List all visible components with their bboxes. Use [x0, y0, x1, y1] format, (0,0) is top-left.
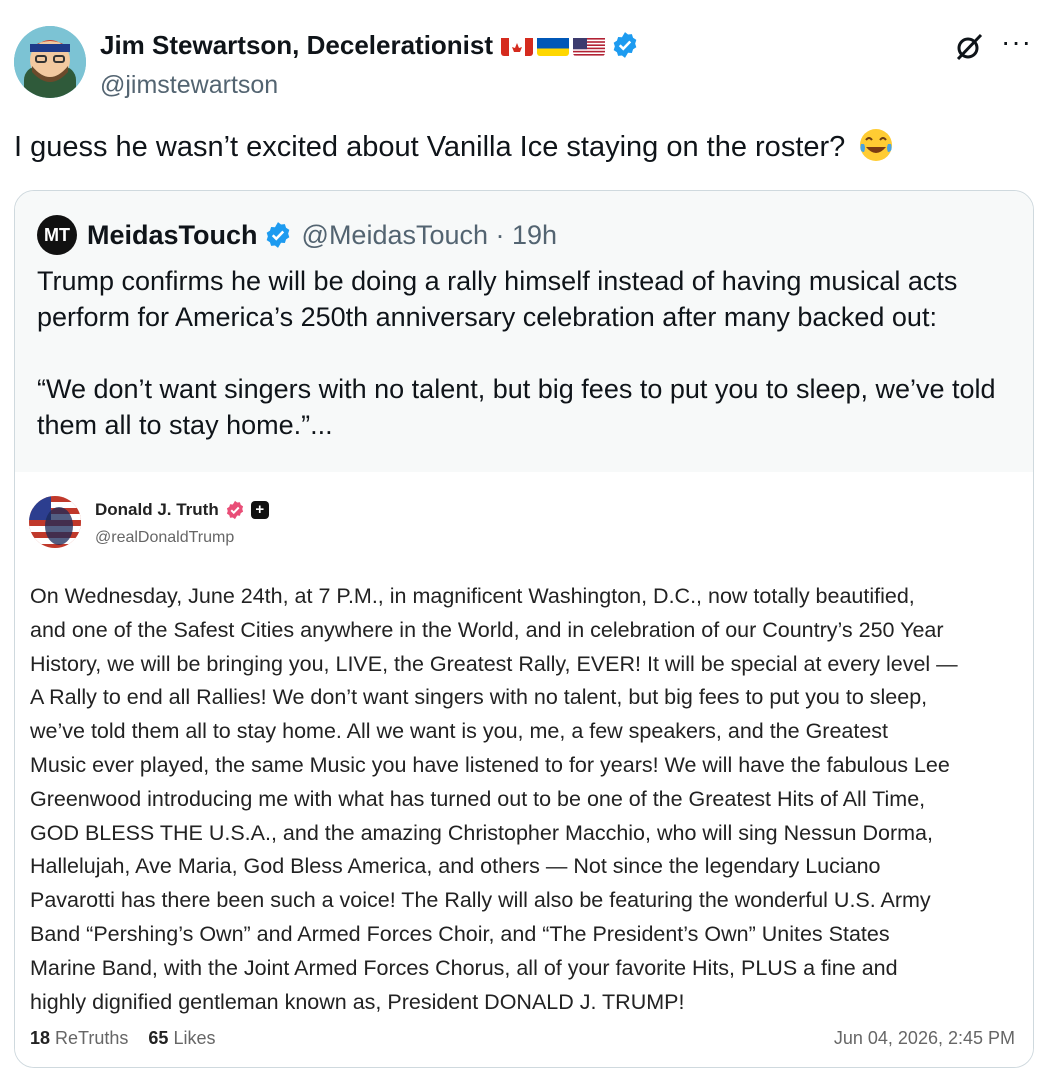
truth-author-handle: @realDonaldTrump — [95, 529, 235, 546]
quoted-paragraph: “We don’t want singers with no talent, b… — [37, 374, 996, 440]
likes-count: 65 — [148, 1028, 169, 1048]
truth-social-screenshot: Donald J. Truth + @realDonaldTrump On We… — [15, 472, 1033, 1067]
truth-text-line: Hallelujah, Ave Maria, God Bless America… — [30, 854, 881, 879]
quoted-tweet-author: MT MeidasTouch @MeidasTouch · 19h — [37, 215, 557, 255]
author-handle[interactable]: @jimstewartson — [100, 70, 639, 100]
truth-text-line: we’ve told them all to stay home. All we… — [30, 719, 889, 744]
truth-text-line: Band “Pershing’s Own” and Armed Forces C… — [30, 921, 890, 946]
quoted-tweet-text: Trump confirms he will be doing a rally … — [37, 263, 1012, 479]
usa-flag-icon — [573, 35, 606, 56]
author-avatar[interactable] — [14, 26, 86, 98]
author-names: Jim Stewartson, Decelerationist @jimstew… — [100, 30, 639, 100]
truth-author-avatar — [29, 496, 81, 548]
truth-text-line: highly dignified gentleman known as, Pre… — [30, 989, 685, 1014]
truth-post-stats: 18 ReTruths 65 Likes — [30, 1028, 216, 1049]
verified-badge-icon — [264, 221, 292, 249]
retruths-label: ReTruths — [55, 1028, 129, 1048]
quoted-tweet[interactable]: MT MeidasTouch @MeidasTouch · 19h Trump … — [14, 190, 1034, 1068]
likes-label: Likes — [173, 1028, 216, 1048]
truth-plus-icon: + — [250, 501, 269, 519]
laughing-tears-emoji-icon — [857, 126, 895, 164]
truth-text-line: A Rally to end all Rallies! We don’t wan… — [30, 685, 928, 710]
truth-post-timestamp: Jun 04, 2026, 2:45 PM — [833, 1028, 1015, 1048]
truth-text-line: Music ever played, the same Music you ha… — [30, 752, 950, 777]
author-display-name[interactable]: Jim Stewartson, Decelerationist — [100, 30, 639, 60]
truth-text-line: GOD BLESS THE U.S.A., and the amazing Ch… — [30, 820, 933, 845]
quoted-author-name[interactable]: MeidasTouch — [87, 220, 258, 251]
more-options-icon[interactable]: ··· — [1001, 28, 1032, 56]
truth-text-line: History, we will be bringing you, LIVE, … — [30, 651, 958, 676]
canada-flag-icon — [501, 35, 534, 56]
truth-text-line: Marine Band, with the Joint Armed Forces… — [30, 955, 898, 980]
quoted-author-handle-time[interactable]: @MeidasTouch · 19h — [302, 220, 558, 251]
tweet-header: Jim Stewartson, Decelerationist @jimstew… — [14, 26, 1036, 100]
truth-text-line: Greenwood introducing me with what has t… — [30, 786, 926, 811]
retruths-count: 18 — [30, 1028, 51, 1048]
truth-text-line: and one of the Safest Cities anywhere in… — [30, 617, 944, 642]
truth-verified-icon — [225, 500, 245, 520]
tweet-text: I guess he wasn’t excited about Vanilla … — [14, 126, 895, 166]
quoted-paragraph: Trump confirms he will be doing a rally … — [37, 266, 958, 332]
truth-author-name: Donald J. Truth + — [95, 500, 269, 520]
grok-icon[interactable] — [954, 32, 984, 62]
truth-text-line: On Wednesday, June 24th, at 7 P.M., in m… — [30, 584, 915, 608]
truth-text-line: Pavarotti has there been such a voice! T… — [30, 888, 931, 913]
quoted-tweet-header-section: MT MeidasTouch @MeidasTouch · 19h Trump … — [15, 191, 1033, 472]
truth-post-body: On Wednesday, June 24th, at 7 P.M., in m… — [30, 580, 1020, 1019]
meidastouch-logo[interactable]: MT — [37, 215, 77, 255]
verified-badge-icon — [611, 31, 639, 59]
ukraine-flag-icon — [537, 35, 570, 56]
